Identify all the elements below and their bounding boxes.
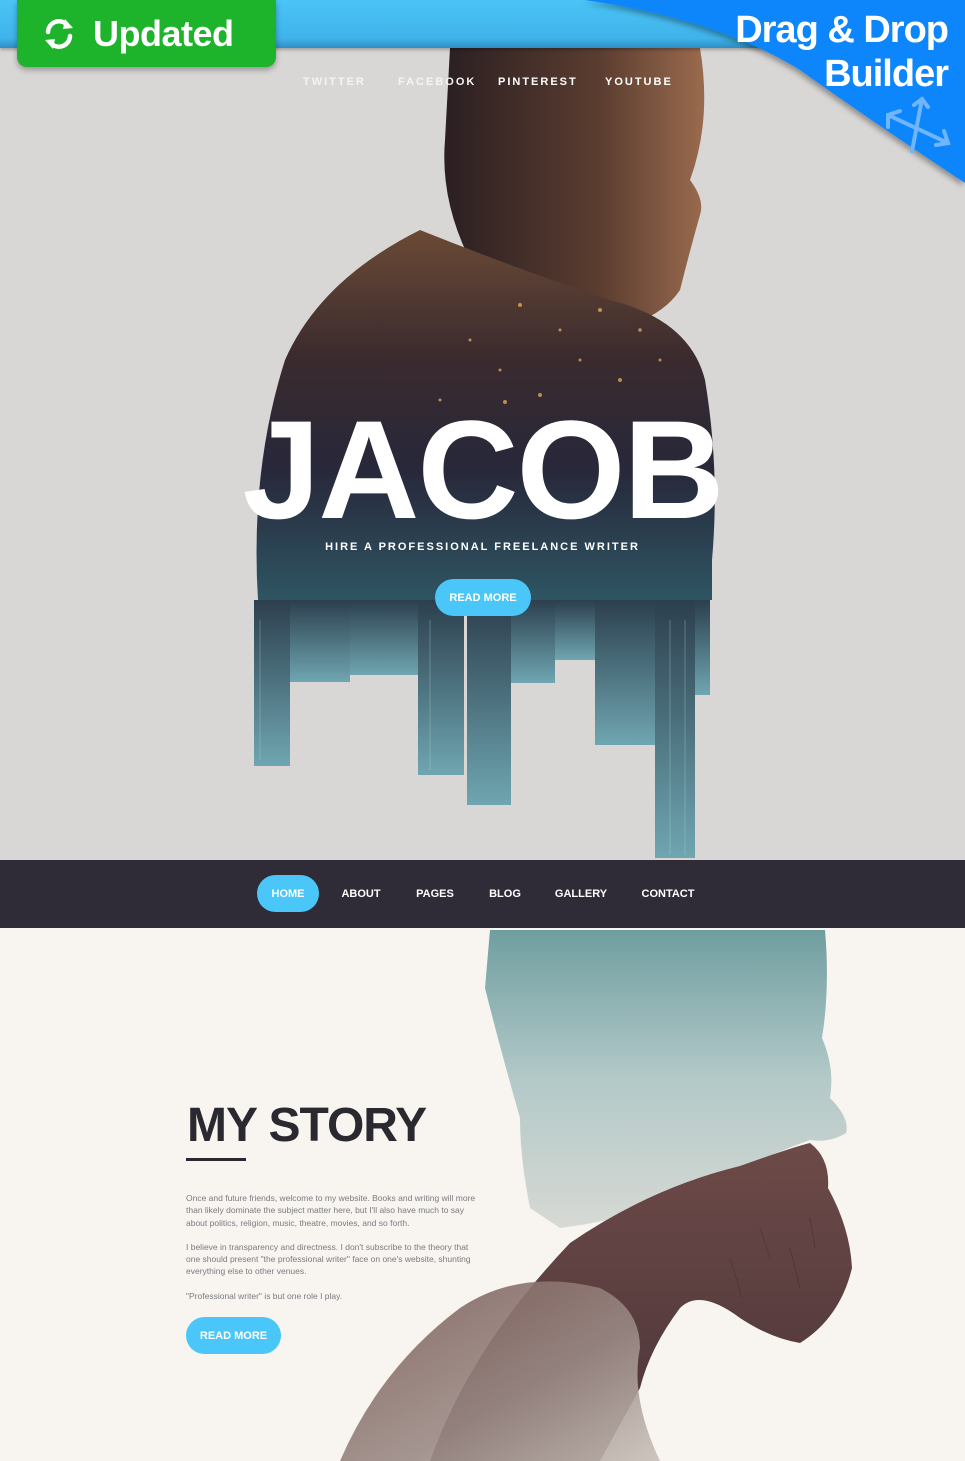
hero-title: JACOB <box>242 391 724 548</box>
story-body: Once and future friends, welcome to my w… <box>186 1192 476 1314</box>
updated-badge: Updated <box>17 0 276 67</box>
main-nav: HOME ABOUT PAGES BLOG GALLERY CONTACT <box>0 860 965 928</box>
updated-badge-label: Updated <box>93 12 234 54</box>
nav-item-pages[interactable]: PAGES <box>410 875 460 912</box>
story-paragraph: Once and future friends, welcome to my w… <box>186 1193 476 1228</box>
move-arrows-icon <box>886 96 951 153</box>
story-paragraph: "Professional writer" is but one role I … <box>186 1290 343 1301</box>
nav-item-home[interactable]: HOME <box>257 875 319 912</box>
story-title: MY STORY <box>187 1099 427 1152</box>
story-read-more-button[interactable]: READ MORE <box>186 1317 281 1354</box>
social-link-pinterest[interactable]: PINTEREST <box>498 76 578 88</box>
my-story-section: MY STORY Once and future friends, welcom… <box>0 928 965 1461</box>
hero-subtitle: HIRE A PROFESSIONAL FREELANCE WRITER <box>325 541 640 553</box>
social-link-facebook[interactable]: FACEBOOK <box>398 76 476 88</box>
drag-drop-line1: Drag & Drop <box>735 9 949 51</box>
drag-drop-title: Drag & Drop Builder <box>735 8 949 96</box>
drag-drop-line2: Builder <box>824 53 949 95</box>
nav-item-contact[interactable]: CONTACT <box>636 875 700 912</box>
story-paragraph: I believe in transparency and directness… <box>186 1241 471 1277</box>
refresh-icon <box>45 18 73 49</box>
title-underline-divider <box>186 1158 246 1161</box>
social-link-youtube[interactable]: YOUTUBE <box>605 76 673 88</box>
nav-item-blog[interactable]: BLOG <box>485 875 525 912</box>
nav-item-gallery[interactable]: GALLERY <box>550 875 612 912</box>
hero-section: TWITTER FACEBOOK PINTEREST YOUTUBE JACOB… <box>0 0 965 860</box>
social-link-twitter[interactable]: TWITTER <box>303 76 366 88</box>
story-double-exposure-image <box>340 930 852 1461</box>
hero-read-more-button[interactable]: READ MORE <box>435 579 531 616</box>
nav-item-about[interactable]: ABOUT <box>335 875 387 912</box>
